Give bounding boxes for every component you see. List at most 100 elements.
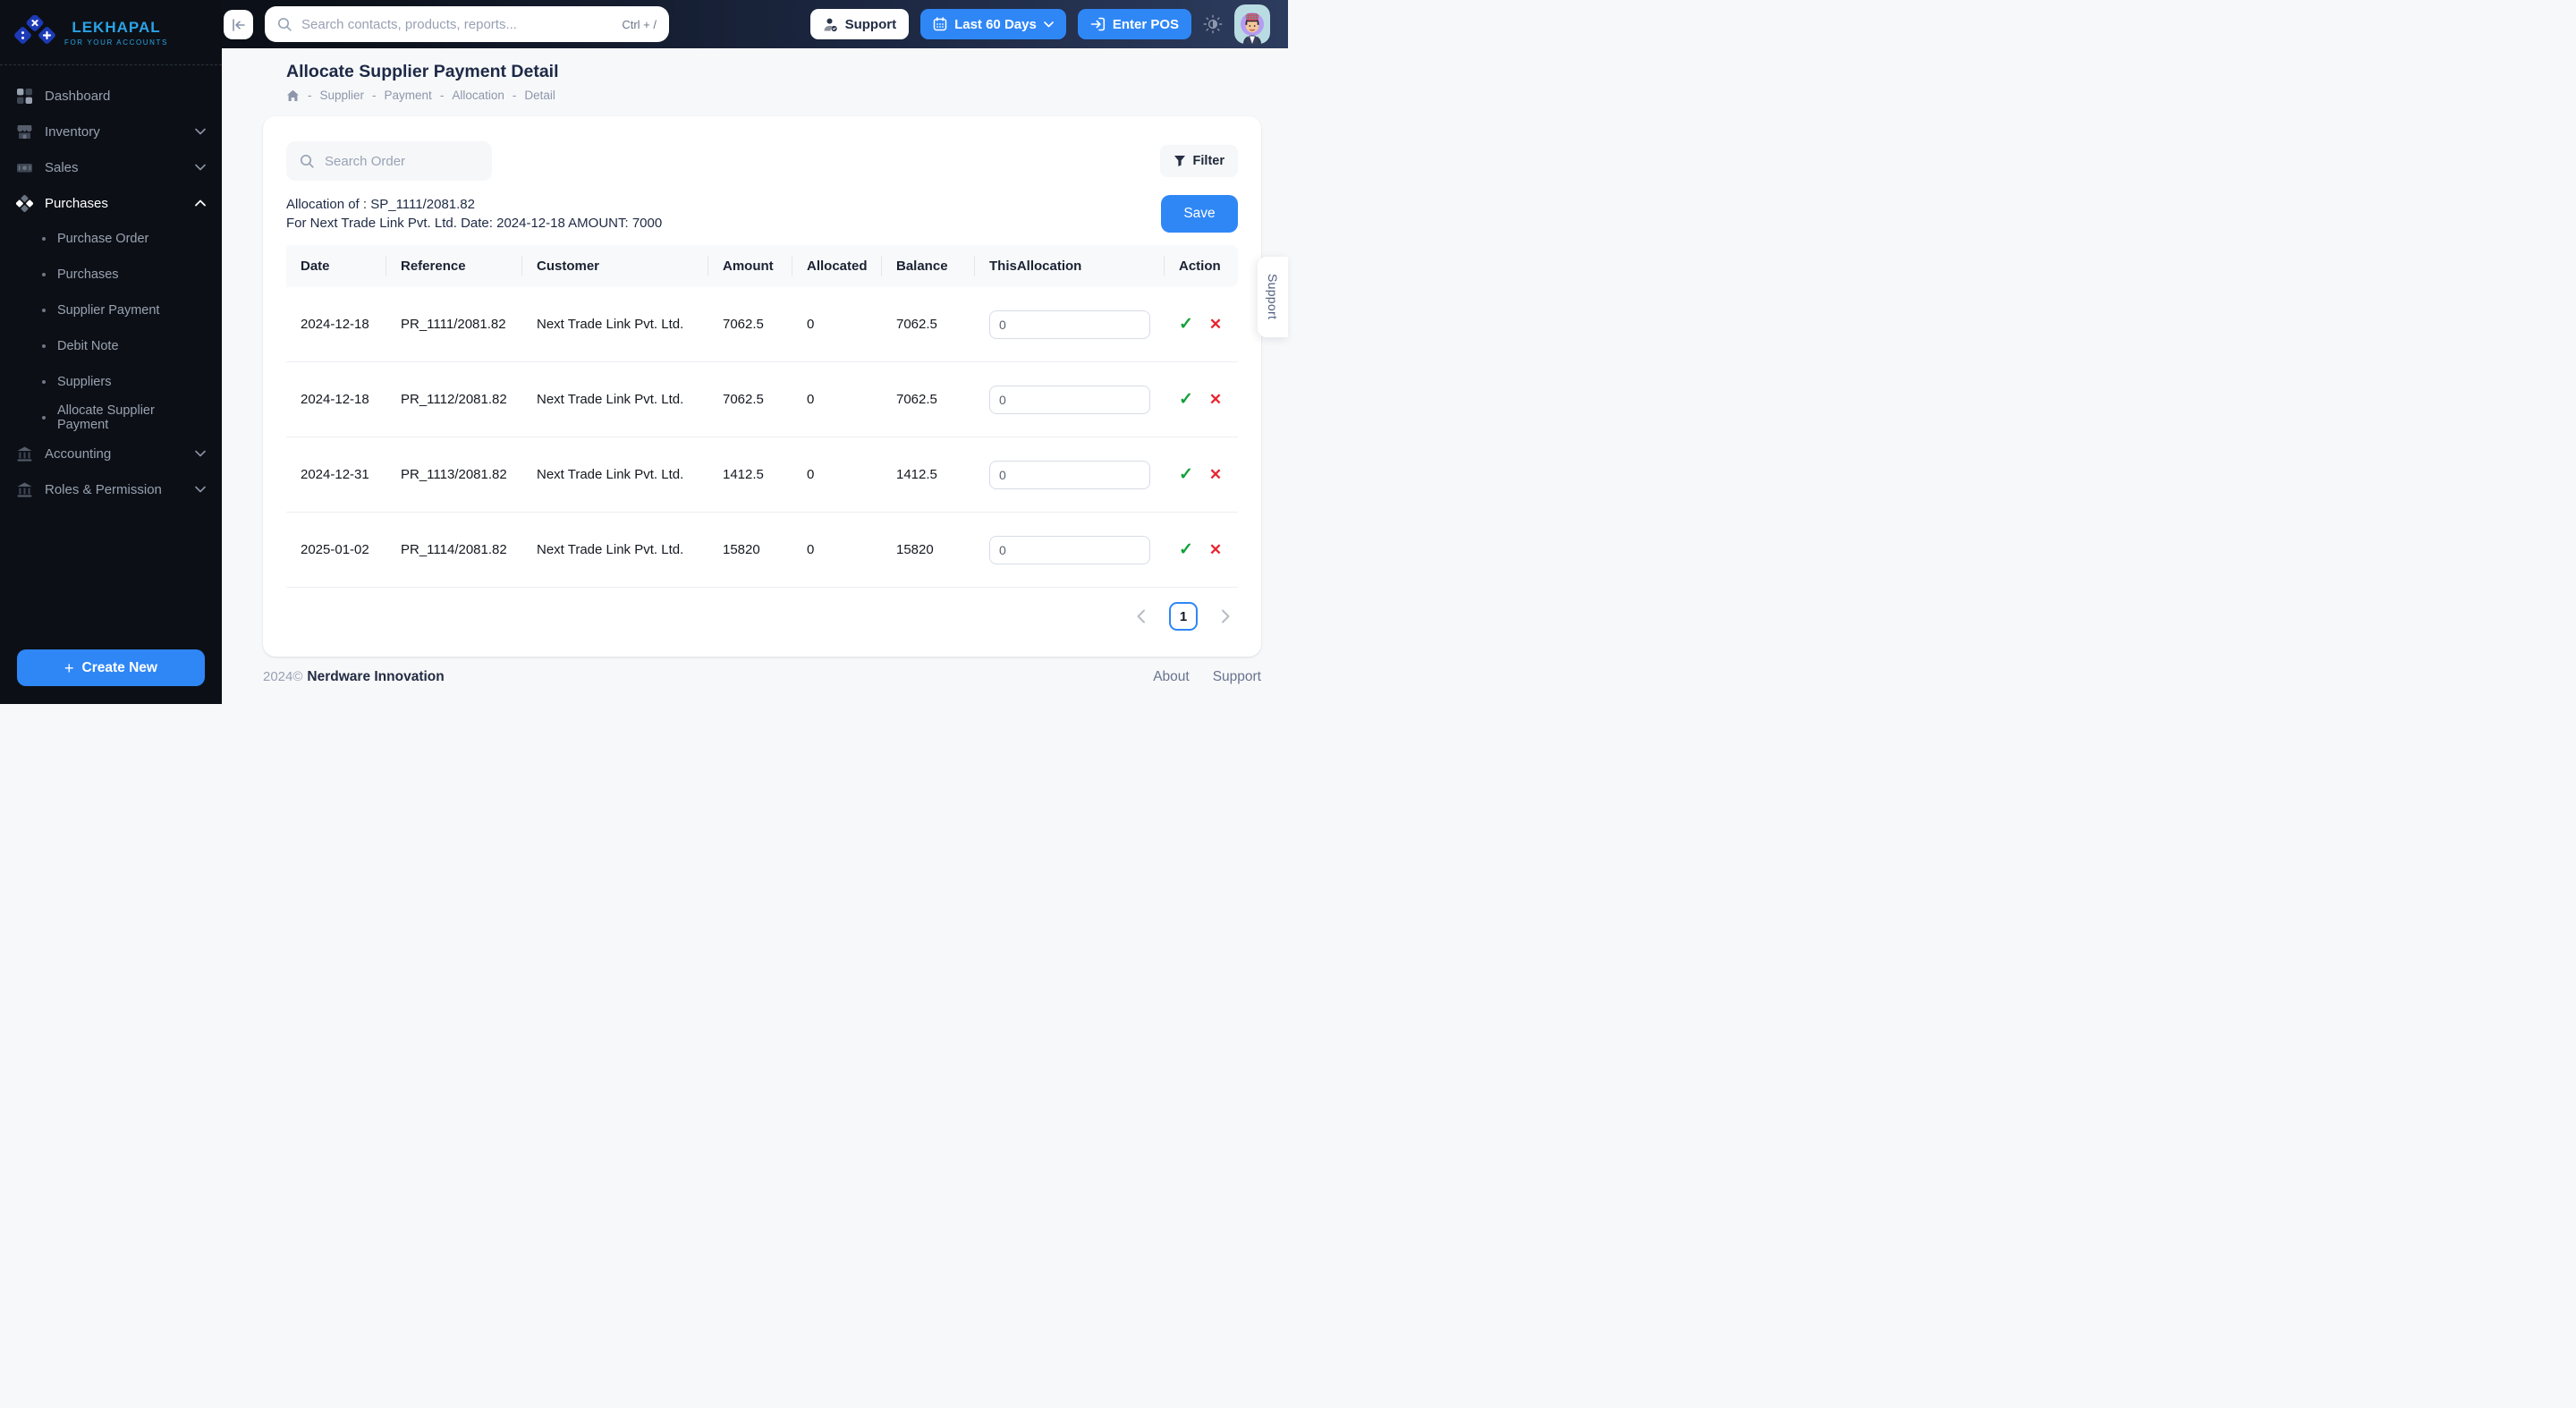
brand-logo-icon: [14, 15, 55, 49]
cell-customer: Next Trade Link Pvt. Ltd.: [522, 437, 708, 513]
breadcrumb-separator: -: [439, 89, 445, 102]
sidebar-item-inventory[interactable]: Inventory: [0, 114, 222, 149]
column-header: Date: [286, 245, 386, 287]
cell-balance: 7062.5: [882, 361, 975, 437]
confirm-check-icon[interactable]: ✓: [1179, 389, 1193, 410]
cancel-cross-icon[interactable]: ✕: [1209, 391, 1222, 409]
chevron-down-icon: [195, 128, 206, 135]
footer-links: About Support: [1153, 669, 1261, 685]
cell-allocated: 0: [792, 361, 882, 437]
column-header: Action: [1165, 245, 1238, 287]
confirm-check-icon[interactable]: ✓: [1179, 539, 1193, 560]
login-icon: [1090, 17, 1106, 31]
diamonds-icon: [16, 194, 33, 212]
enter-pos-label: Enter POS: [1112, 16, 1179, 32]
breadcrumb-link[interactable]: Detail: [524, 89, 555, 102]
bullet-dot-icon: [42, 273, 46, 276]
breadcrumb-item: - Supplier: [308, 89, 364, 102]
sidebar-subitem-label: Suppliers: [57, 375, 112, 389]
table-row: 2024-12-18 PR_1112/2081.82 Next Trade Li…: [286, 361, 1238, 437]
this-allocation-input[interactable]: [989, 460, 1150, 489]
sidebar-collapse-button[interactable]: [224, 10, 253, 39]
breadcrumb-link[interactable]: Supplier: [320, 89, 365, 102]
next-page-button[interactable]: [1221, 609, 1231, 623]
cell-reference: PR_1114/2081.82: [386, 512, 522, 588]
collapse-arrow-icon: [232, 18, 246, 31]
table-row: 2024-12-31 PR_1113/2081.82 Next Trade Li…: [286, 437, 1238, 513]
pagination: 1: [286, 602, 1238, 631]
breadcrumb-item: - Detail: [513, 89, 555, 102]
footer-link[interactable]: About: [1153, 669, 1190, 685]
sidebar-subitem-label: Allocate Supplier Payment: [57, 403, 155, 432]
row-actions: ✓ ✕: [1179, 513, 1224, 587]
confirm-check-icon[interactable]: ✓: [1179, 464, 1193, 485]
breadcrumb: - Supplier - Payment - Allocation - Deta…: [286, 89, 1261, 102]
main-content: Allocate Supplier Payment Detail - Suppl…: [222, 48, 1288, 704]
sidebar-subitem[interactable]: Supplier Payment: [0, 293, 222, 328]
home-icon[interactable]: [286, 89, 300, 102]
column-header: Balance: [882, 245, 975, 287]
global-search-input[interactable]: [301, 16, 614, 32]
column-header: Customer: [522, 245, 708, 287]
dashboard-icon: [16, 88, 33, 105]
funnel-icon: [1174, 155, 1186, 167]
sidebar-subitem[interactable]: Purchases: [0, 257, 222, 293]
store-icon: [16, 123, 33, 140]
order-search-input[interactable]: [325, 153, 503, 169]
enter-pos-button[interactable]: Enter POS: [1077, 9, 1191, 39]
table-row: 2025-01-02 PR_1114/2081.82 Next Trade Li…: [286, 512, 1238, 588]
filter-button[interactable]: Filter: [1159, 145, 1238, 177]
confirm-check-icon[interactable]: ✓: [1179, 314, 1193, 335]
sidebar-item-accounting[interactable]: Accounting: [0, 436, 222, 471]
column-header: ThisAllocation: [975, 245, 1165, 287]
calendar-icon: [933, 17, 947, 31]
create-new-button[interactable]: + Create New: [17, 649, 205, 686]
current-page-indicator[interactable]: 1: [1169, 602, 1198, 631]
cell-balance: 7062.5: [882, 287, 975, 362]
support-button-label: Support: [844, 16, 897, 32]
allocation-line1: Allocation of : SP_1111/2081.82: [286, 197, 475, 212]
sidebar-item-dashboard[interactable]: Dashboard: [0, 78, 222, 114]
cell-balance: 15820: [882, 512, 975, 588]
save-button[interactable]: Save: [1161, 195, 1238, 233]
breadcrumb-link[interactable]: Allocation: [452, 89, 504, 102]
breadcrumb-separator: -: [308, 89, 312, 102]
cancel-cross-icon[interactable]: ✕: [1209, 316, 1222, 334]
this-allocation-input[interactable]: [989, 385, 1150, 414]
sidebar-item-sales[interactable]: Sales: [0, 149, 222, 185]
chevron-down-icon: [1044, 21, 1054, 28]
theme-toggle-icon[interactable]: [1203, 14, 1223, 34]
bullet-dot-icon: [42, 309, 46, 312]
sidebar-item-label: Sales: [45, 159, 79, 175]
bank-icon: [16, 481, 33, 498]
sidebar-subitem-label: Purchases: [57, 267, 119, 282]
sidebar-subitem[interactable]: Debit Note: [0, 328, 222, 364]
date-range-button[interactable]: Last 60 Days: [920, 9, 1066, 39]
date-range-label: Last 60 Days: [954, 16, 1037, 32]
this-allocation-input[interactable]: [989, 310, 1150, 339]
previous-page-button[interactable]: [1136, 609, 1146, 623]
footer-link[interactable]: Support: [1213, 669, 1261, 685]
sidebar-item-label: Inventory: [45, 123, 100, 140]
row-actions: ✓ ✕: [1179, 362, 1224, 437]
brand-tagline: FOR YOUR ACCOUNTS: [64, 38, 168, 47]
cancel-cross-icon[interactable]: ✕: [1209, 466, 1222, 484]
sidebar-subitem[interactable]: Purchase Order: [0, 221, 222, 257]
support-button[interactable]: Support: [809, 9, 910, 39]
user-avatar[interactable]: [1234, 4, 1270, 44]
copyright-year: 2024©: [263, 669, 303, 684]
chevron-up-icon: [195, 199, 206, 207]
this-allocation-input[interactable]: [989, 535, 1150, 564]
breadcrumb-item: - Payment: [372, 89, 432, 102]
cell-allocated: 0: [792, 512, 882, 588]
sidebar-subitem-label: Debit Note: [57, 339, 119, 353]
sidebar-subitem[interactable]: Suppliers: [0, 364, 222, 400]
breadcrumb-link[interactable]: Payment: [385, 89, 432, 102]
sidebar-subitem[interactable]: Allocate Supplier Payment: [0, 400, 222, 436]
sidebar-item-purchases[interactable]: Purchases: [0, 185, 222, 221]
table-row: 2024-12-18 PR_1111/2081.82 Next Trade Li…: [286, 287, 1238, 362]
support-side-tab[interactable]: Support: [1258, 257, 1288, 337]
bank-icon: [16, 445, 33, 462]
sidebar-item-roles-permission[interactable]: Roles & Permission: [0, 471, 222, 507]
cancel-cross-icon[interactable]: ✕: [1209, 541, 1222, 559]
